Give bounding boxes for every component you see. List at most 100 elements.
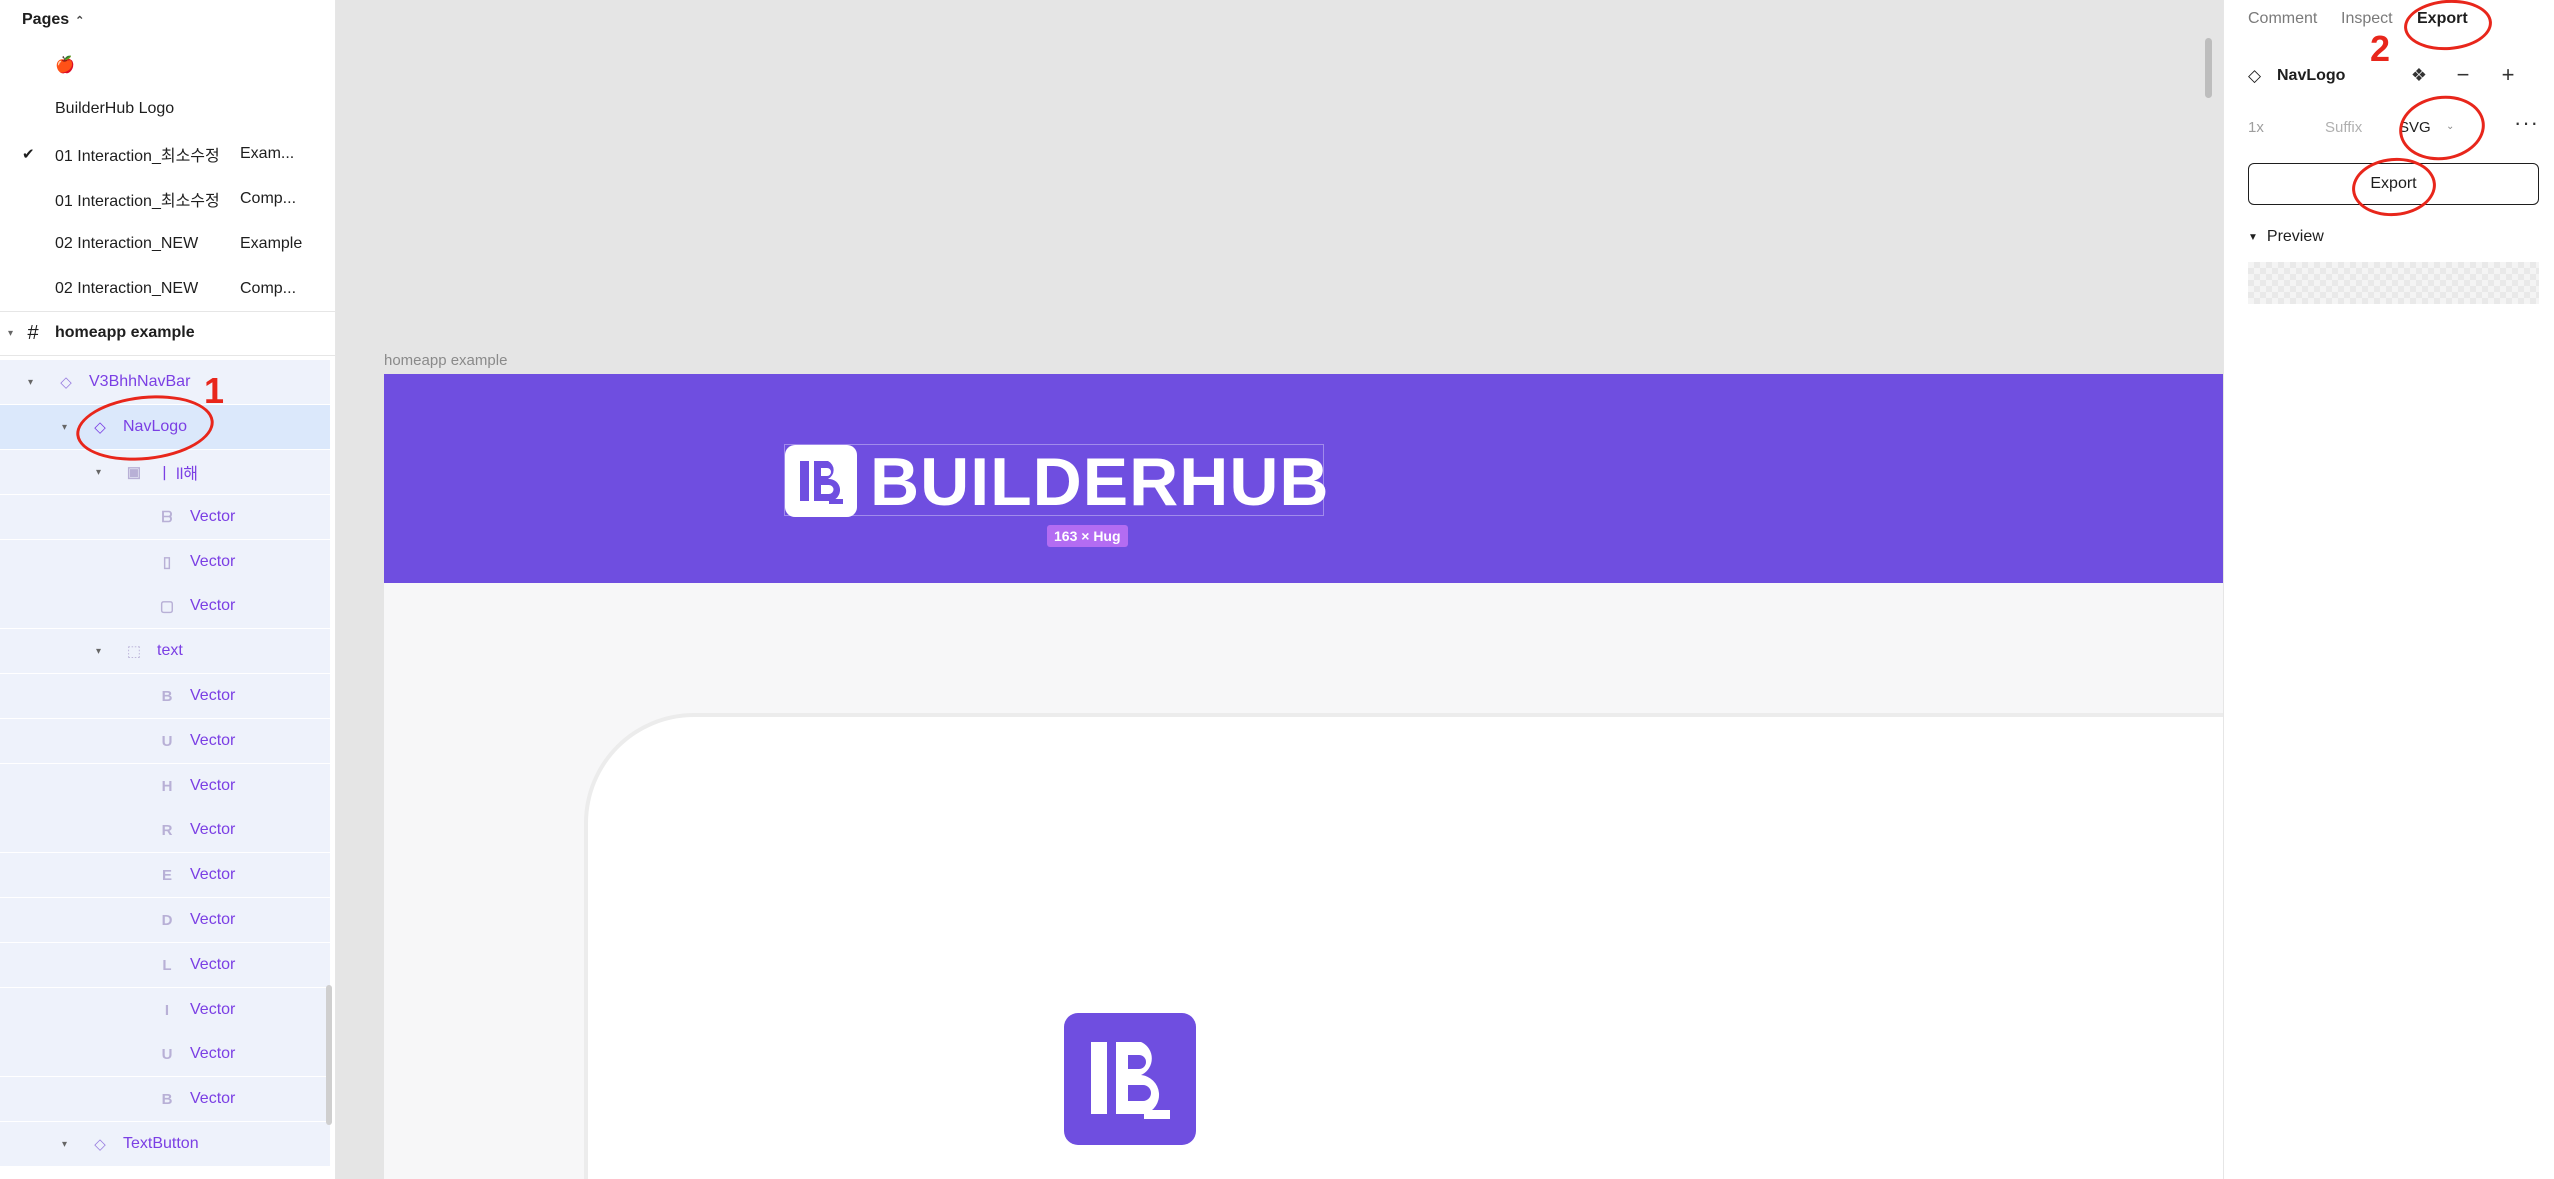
design-canvas[interactable]: homeapp example BUILDERHUB 163 × Hug [337,0,2223,1179]
layer-navlogo[interactable]: ▾ ◇ NavLogo [0,405,330,449]
vector-icon: U [161,732,173,750]
page-name: 02 Interaction_NEW [55,235,199,252]
component-icon: ◇ [94,1136,106,1153]
vector-icon: ▢ [159,598,175,615]
go-to-main-component-icon[interactable]: ❖ [2404,65,2434,86]
vector-icon: ▯ [162,554,172,571]
add-icon[interactable]: + [2493,62,2523,88]
suffix-input[interactable]: Suffix [2325,119,2362,136]
divider [0,355,335,356]
layer-vector[interactable]: ▢ Vector [0,584,330,628]
preview-toggle[interactable]: ▼ Preview [2248,228,2324,246]
layer-name: Vector [190,687,236,704]
annotation-number-1: 1 [204,370,225,411]
layer-name: Vector [190,597,236,614]
chevron-up-icon[interactable]: ⌃ [75,14,84,27]
caret-down-icon[interactable]: ▾ [28,377,33,388]
layer-vector[interactable]: I Vector [0,988,330,1032]
frame-label[interactable]: homeapp example [384,352,507,369]
layer-vector[interactable]: B Vector [0,1077,330,1121]
caret-down-icon[interactable]: ▾ [96,467,101,478]
caret-down-icon[interactable]: ▾ [62,422,67,433]
page-name: BuilderHub Logo [55,100,175,117]
layer-vector[interactable]: L Vector [0,943,330,987]
layer-vector[interactable]: R Vector [0,808,330,852]
format-select[interactable]: SVG [2399,119,2431,136]
page-item-builderhub-logo[interactable]: BuilderHub Logo [0,87,335,131]
vector-icon: R [161,821,173,839]
layer-name: Vector [190,1001,236,1018]
layer-name: Vector [190,821,236,838]
layer-vector[interactable]: B Vector [0,674,330,718]
layer-name: Vector [190,508,236,525]
logo-wordmark: BUILDERHUB [870,444,1330,520]
vector-icon: I [164,1001,170,1019]
pages-header[interactable]: Pages ⌃ [22,11,84,29]
vector-icon: H [161,777,173,795]
layer-v3bhhnavbar[interactable]: ▾ ◇ V3BhhNavBar [0,360,330,404]
page-item-02-interaction-component[interactable]: 02 Interaction_NEW Comp... [0,267,335,311]
page-item-01-interaction-example[interactable]: ✔ 01 Interaction_최소수정 Exam... [0,132,335,176]
layer-name: ㅣ ll해 [157,466,198,483]
layer-name: text [157,642,183,659]
tab-export[interactable]: Export [2417,10,2468,28]
vector-icon: L [162,956,172,974]
layer-text-group[interactable]: ▾ ⬚ text [0,629,330,673]
group-icon: ▣ [126,464,142,481]
page-name: 01 Interaction_최소수정 [55,193,220,210]
layer-vector[interactable]: ᗷ Vector [0,495,330,539]
vector-icon: E [161,866,172,884]
component-icon: ◇ [60,374,72,391]
export-button[interactable]: Export [2248,163,2539,205]
layer-vector[interactable]: ▯ Vector [0,540,330,584]
app-logo-icon[interactable] [1064,1013,1196,1145]
tab-comment[interactable]: Comment [2248,10,2317,28]
tab-inspect[interactable]: Inspect [2341,10,2393,28]
vector-icon: B [161,1090,173,1108]
layer-name: Vector [190,553,236,570]
navlogo-selection[interactable]: BUILDERHUB [784,444,1329,517]
layer-vector[interactable]: U Vector [0,1032,330,1076]
frame-icon: # [27,321,39,344]
properties-panel: Comment Inspect Export ◇ NavLogo ❖ − + 1… [2223,0,2554,1179]
layers-sidebar: Pages ⌃ 🍎 BuilderHub Logo ✔ 01 Interacti… [0,0,336,1179]
page-item-01-interaction-component[interactable]: 01 Interaction_최소수정 Comp... [0,177,335,221]
page-name: 🍎 [55,57,75,74]
layer-vector[interactable]: U Vector [0,719,330,763]
scale-select[interactable]: 1x [2248,119,2264,136]
layer-name: V3BhhNavBar [89,373,191,390]
layer-name: homeapp example [55,324,195,341]
layer-textbutton[interactable]: ▾ ◇ TextButton [0,1122,330,1166]
page-tag: Example [240,235,303,252]
more-options-icon[interactable]: ··· [2514,110,2539,136]
layer-frame-homeapp[interactable]: ▾ # homeapp example [0,311,330,355]
component-icon: ◇ [2248,66,2262,85]
layer-group[interactable]: ▾ ▣ ㅣ ll해 [0,450,330,494]
vector-icon: U [161,1045,173,1063]
chevron-down-icon[interactable]: ⌄ [2446,121,2454,132]
page-item-apple[interactable]: 🍎 [0,43,335,87]
page-tag: Comp... [240,280,297,297]
export-settings-row: 1x Suffix SVG ⌄ ··· [2224,110,2554,144]
caret-down-icon[interactable]: ▾ [62,1139,67,1150]
remove-icon[interactable]: − [2448,62,2478,88]
content-card[interactable] [584,713,2223,1179]
page-tag: Comp... [240,190,297,207]
layer-name: NavLogo [123,418,188,435]
canvas-scrollbar[interactable] [2205,38,2212,98]
caret-down-icon[interactable]: ▾ [96,646,101,657]
component-icon: ◇ [94,419,106,436]
navbar-frame[interactable]: BUILDERHUB 163 × Hug [384,374,2223,583]
sidebar-scrollbar[interactable] [326,985,332,1125]
layer-vector[interactable]: D Vector [0,898,330,942]
layer-name: Vector [190,732,236,749]
home-body-frame[interactable] [384,583,2223,1179]
preview-label: Preview [2266,228,2324,245]
layer-vector[interactable]: E Vector [0,853,330,897]
layer-name: Vector [190,1045,236,1062]
caret-down-icon[interactable]: ▾ [8,328,13,339]
layer-vector[interactable]: H Vector [0,764,330,808]
builderhub-logo-mark [785,445,857,517]
page-item-02-interaction-example[interactable]: 02 Interaction_NEW Example [0,222,335,266]
layer-name: Vector [190,956,236,973]
